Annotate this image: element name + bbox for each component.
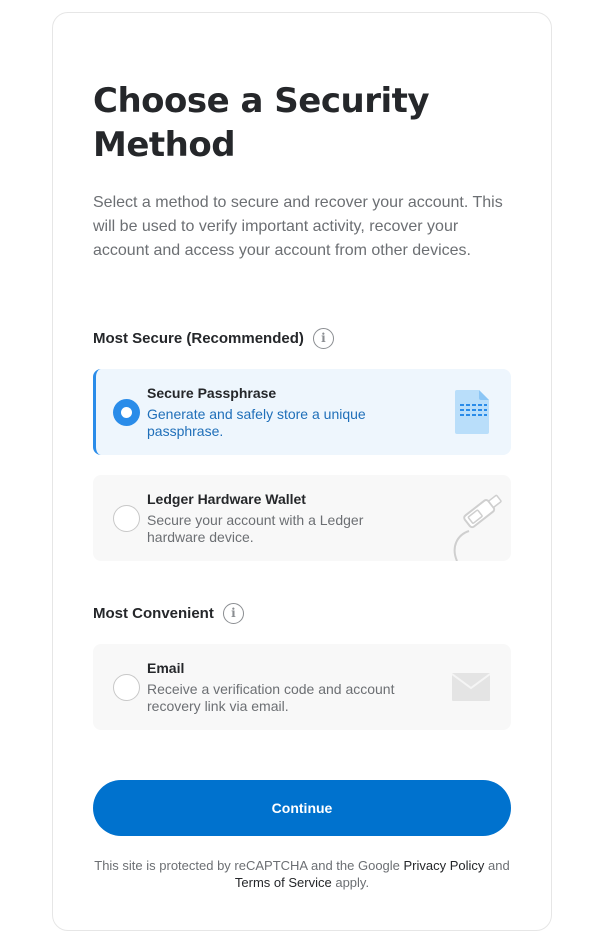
option-description: Generate and safely store a unique passp… <box>147 406 366 439</box>
footer-prefix: This site is protected by reCAPTCHA and … <box>94 858 404 873</box>
security-method-card: Choose a Security Method Select a method… <box>52 12 552 931</box>
privacy-policy-link[interactable]: Privacy Policy <box>404 858 485 873</box>
passphrase-document-icon <box>455 390 489 434</box>
envelope-icon <box>452 673 490 701</box>
section-title: Most Convenient <box>93 604 214 622</box>
info-icon[interactable]: i <box>222 602 244 624</box>
page-description: Select a method to secure and recover yo… <box>93 194 503 259</box>
ledger-device-icon <box>453 494 502 561</box>
continue-button[interactable]: Continue <box>93 780 511 836</box>
option-title: Email <box>147 660 185 676</box>
section-title: Most Secure (Recommended) <box>93 329 304 347</box>
section-most-secure: Most Secure (Recommended) i <box>93 326 334 350</box>
recaptcha-notice: This site is protected by reCAPTCHA and … <box>83 857 521 891</box>
footer-middle: and <box>484 858 510 873</box>
info-icon[interactable]: i <box>312 327 334 349</box>
option-email[interactable]: Email Receive a verification code and ac… <box>93 644 511 730</box>
option-title: Ledger Hardware Wallet <box>147 491 306 507</box>
option-title: Secure Passphrase <box>147 385 277 401</box>
terms-of-service-link[interactable]: Terms of Service <box>235 875 332 890</box>
option-secure-passphrase[interactable]: Secure Passphrase Generate and safely st… <box>93 369 511 455</box>
section-most-convenient: Most Convenient i <box>93 601 244 625</box>
radio-button[interactable] <box>113 674 140 701</box>
option-description: Receive a verification code and account … <box>147 681 395 714</box>
radio-button[interactable] <box>113 505 140 532</box>
radio-button-selected[interactable] <box>113 399 140 426</box>
option-ledger-hardware-wallet[interactable]: Ledger Hardware Wallet Secure your accou… <box>93 475 511 561</box>
footer-suffix: apply. <box>331 875 370 890</box>
page-title: Choose a Security Method <box>93 81 430 165</box>
option-description: Secure your account with a Ledger hardwa… <box>147 512 364 545</box>
